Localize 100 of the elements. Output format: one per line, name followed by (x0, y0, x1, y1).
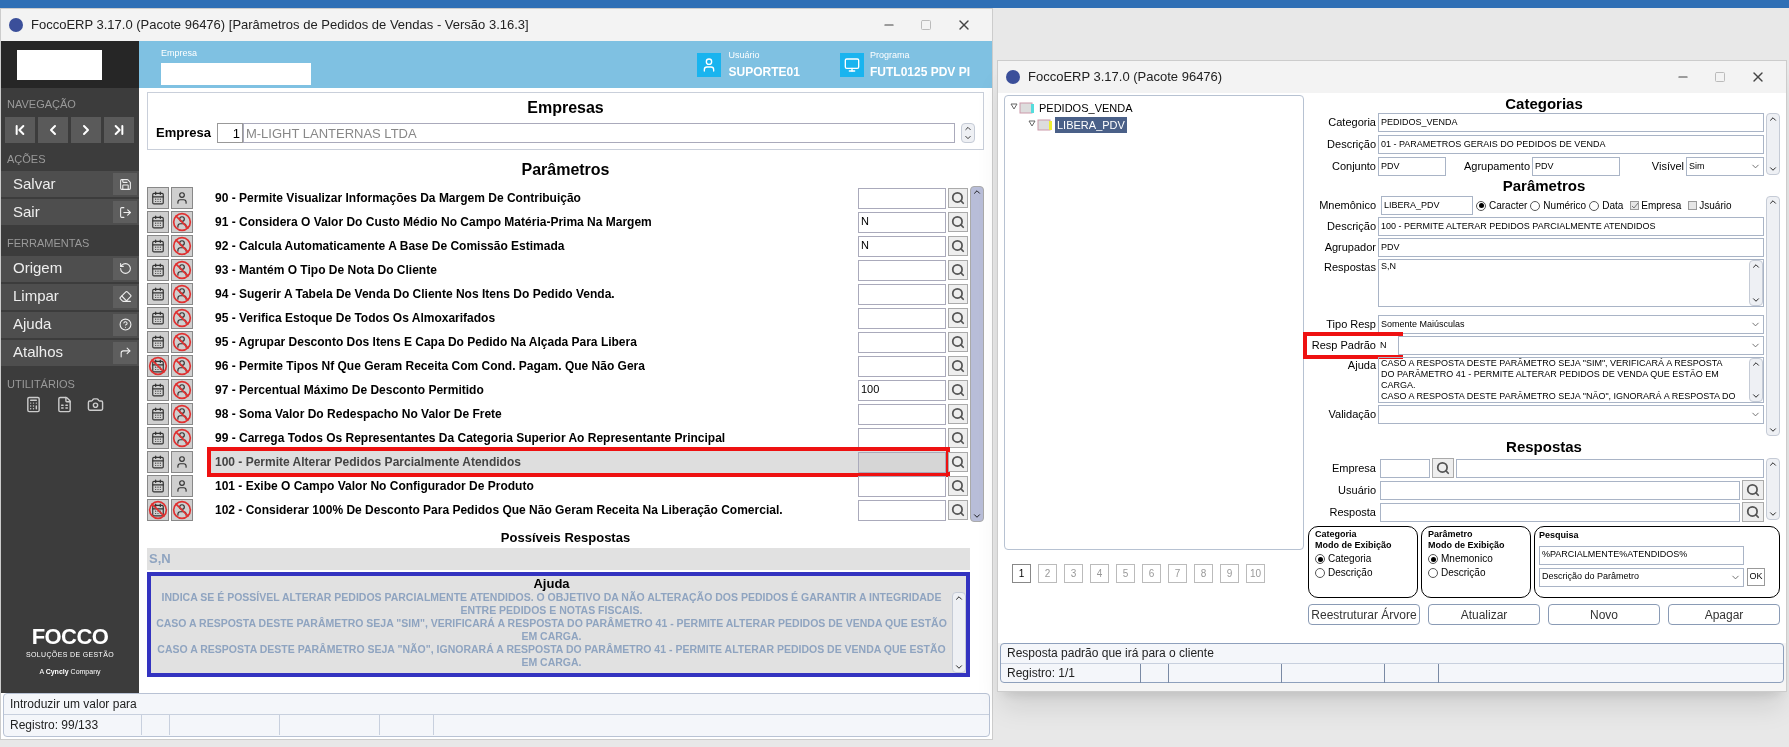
scroll-down-icon[interactable] (1768, 164, 1778, 174)
sidebar-item[interactable]: Sair (1, 199, 139, 225)
scrollbar[interactable] (961, 123, 975, 143)
calendar-button[interactable] (147, 427, 169, 449)
value-field[interactable]: 100 (858, 379, 946, 401)
search-button[interactable] (948, 308, 968, 328)
calendar-button[interactable] (147, 475, 169, 497)
search-button[interactable] (1742, 502, 1764, 522)
parameter-row[interactable]: 92 - Calcula Automaticamente A Base De Comissão Estimada N (211, 235, 946, 257)
search-field[interactable]: %PARCIALMENTE%ATENDIDOS% (1539, 545, 1744, 565)
tree-item[interactable]: PEDIDOS_VENDA (1037, 100, 1135, 117)
user-button[interactable] (171, 211, 193, 233)
user-button[interactable] (171, 427, 193, 449)
radio-option[interactable]: Descrição (1315, 567, 1411, 579)
scroll-up-icon[interactable] (1768, 197, 1778, 207)
calendar-button[interactable] (147, 283, 169, 305)
dropdown-field[interactable]: Sim (1686, 157, 1764, 176)
user-button[interactable] (171, 259, 193, 281)
calendar-button[interactable] (147, 403, 169, 425)
calendar-button[interactable] (147, 331, 169, 353)
parameter-row[interactable]: 102 - Considerar 100% De Desconto Para Pedidos Que Não Geram Receita Na Liberação Comercial. (211, 499, 946, 521)
radio-option[interactable]: Data (1589, 199, 1624, 212)
search-button[interactable] (948, 500, 968, 520)
action-button[interactable]: Atualizar (1428, 604, 1540, 625)
search-button[interactable] (948, 356, 968, 376)
value-field[interactable] (858, 331, 946, 353)
text-field[interactable]: PDV (1378, 238, 1764, 257)
scrollbar[interactable] (1766, 196, 1780, 436)
radio-dot[interactable] (1315, 554, 1325, 564)
scrollbar[interactable] (1766, 458, 1780, 520)
scroll-up-icon[interactable] (972, 187, 982, 197)
parameter-row[interactable]: 97 - Percentual Máximo De Desconto Permitido 100 (211, 379, 946, 401)
radio-dot[interactable] (1428, 554, 1438, 564)
calendar-button[interactable] (147, 307, 169, 329)
parameter-row[interactable]: 90 - Permite Visualizar Informações Da Margem De Contribuição (211, 187, 946, 209)
text-field[interactable] (1456, 458, 1764, 478)
calendar-button[interactable] (147, 451, 169, 473)
scroll-up-icon[interactable] (963, 124, 973, 133)
value-field[interactable] (858, 355, 946, 377)
text-field[interactable]: PDV (1378, 157, 1446, 176)
scroll-up-icon[interactable] (1768, 114, 1778, 124)
sidebar-item[interactable]: Atalhos (1, 339, 139, 366)
calendar-button[interactable] (147, 235, 169, 257)
value-field[interactable] (858, 307, 946, 329)
calendar-button[interactable] (147, 499, 169, 521)
search-button[interactable] (1432, 458, 1454, 478)
previous-button[interactable] (38, 116, 68, 143)
user-button[interactable] (171, 475, 193, 497)
scrollbar[interactable] (952, 591, 966, 673)
value-field[interactable] (858, 283, 946, 305)
scroll-down-icon[interactable] (1768, 509, 1778, 519)
user-button[interactable] (171, 379, 193, 401)
last-page-button[interactable] (104, 116, 134, 143)
sidebar-item[interactable]: Origem (1, 255, 139, 282)
spreadsheet-icon[interactable] (56, 396, 73, 413)
action-button[interactable]: Novo (1548, 604, 1660, 625)
parameter-row[interactable]: 95 - Agrupar Desconto Dos Itens E Capa Do Pedido Na Alçada Para Libera (211, 331, 946, 353)
ok-button[interactable]: OK (1747, 568, 1765, 586)
next-button[interactable] (71, 116, 101, 143)
answers-field[interactable]: S,N (1378, 259, 1764, 307)
search-button[interactable] (948, 332, 968, 352)
dropdown-field[interactable]: Descrição do Parâmetro (1539, 567, 1744, 587)
help-field[interactable] (1378, 357, 1764, 403)
scroll-down-icon[interactable] (1768, 425, 1778, 435)
calculator-icon[interactable] (25, 396, 42, 413)
parameter-row[interactable]: 91 - Considera O Valor Do Custo Médio No Campo Matéria-Prima Na Margem N (211, 211, 946, 233)
scrollbar[interactable] (970, 186, 984, 522)
parameter-row[interactable]: 94 - Sugerir A Tabela De Venda Do Cliente Nos Itens Do Pedido Venda. (211, 283, 946, 305)
scrollbar[interactable] (1749, 260, 1763, 306)
search-button[interactable] (948, 452, 968, 472)
text-field[interactable]: PDV (1532, 157, 1620, 176)
scroll-down-icon[interactable] (1751, 391, 1761, 401)
text-field[interactable]: 100 - PERMITE ALTERAR PEDIDOS PARCIALMENTE ATENDIDOS (1378, 217, 1764, 236)
action-button[interactable]: Reestruturar Árvore (1308, 604, 1420, 625)
user-button[interactable] (171, 235, 193, 257)
action-button[interactable]: Apagar (1668, 604, 1780, 625)
text-field[interactable]: 01 - PARAMETROS GERAIS DO PEDIDOS DE VENDA (1378, 135, 1764, 154)
radio-option[interactable]: Mnemonico (1428, 553, 1524, 565)
page-button[interactable]: 1 (1012, 564, 1031, 583)
search-button[interactable] (1742, 480, 1764, 500)
scroll-down-icon[interactable] (972, 511, 982, 521)
checkbox-option[interactable]: Empresa (1630, 198, 1682, 213)
parameter-row[interactable]: 93 - Mantém O Tipo De Nota Do Cliente (211, 259, 946, 281)
first-page-button[interactable] (5, 116, 35, 143)
value-field[interactable] (858, 187, 946, 209)
value-field[interactable]: N (858, 235, 946, 257)
search-button[interactable] (948, 212, 968, 232)
company-name-field[interactable]: M-LIGHT LANTERNAS LTDA (242, 123, 955, 143)
parameter-row[interactable]: 98 - Soma Valor Do Redespacho No Valor De Frete (211, 403, 946, 425)
dropdown-field[interactable] (1398, 336, 1764, 355)
search-button[interactable] (948, 236, 968, 256)
scroll-up-icon[interactable] (1751, 261, 1761, 271)
scrollbar[interactable] (1766, 113, 1780, 175)
user-button[interactable] (171, 283, 193, 305)
scroll-up-icon[interactable] (1751, 359, 1761, 369)
calendar-button[interactable] (147, 355, 169, 377)
radio-option[interactable]: Numérico (1530, 199, 1587, 212)
search-button[interactable] (948, 284, 968, 304)
value-field[interactable]: N (858, 211, 946, 233)
text-field[interactable] (1380, 458, 1430, 478)
